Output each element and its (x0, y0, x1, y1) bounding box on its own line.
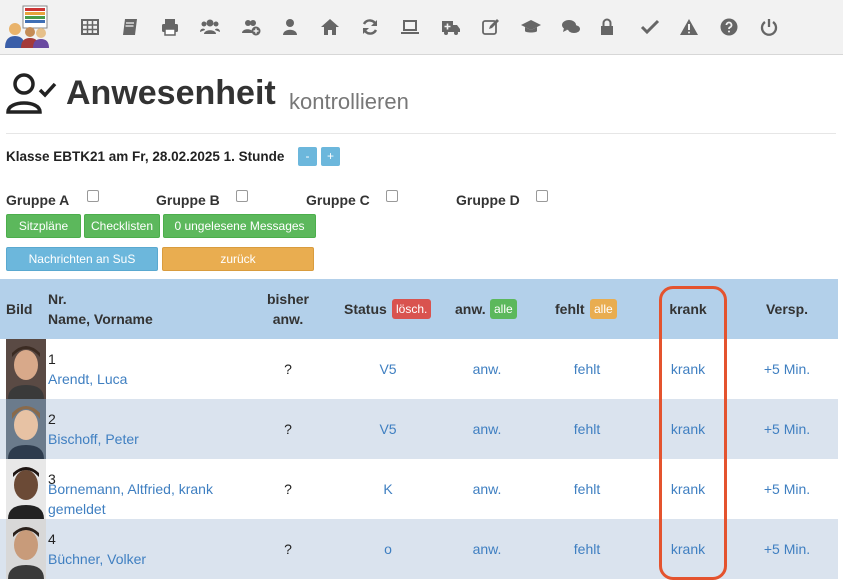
header-versp: Versp. (765, 301, 809, 317)
next-lesson-button[interactable]: + (321, 147, 340, 166)
user-check-icon (6, 73, 57, 114)
bisher-value: ? (284, 541, 292, 557)
zurueck-button[interactable]: zurück (162, 247, 314, 271)
student-name-link[interactable]: Bischoff, Peter (48, 431, 139, 447)
refresh-icon[interactable] (359, 16, 381, 38)
toolbar (0, 0, 843, 55)
check-icon[interactable] (639, 16, 661, 38)
bisher-value: ? (284, 481, 292, 497)
previous-lesson-button[interactable]: - (298, 147, 317, 166)
all-absent-button[interactable]: alle (590, 299, 617, 319)
versp-link[interactable]: +5 Min. (751, 421, 823, 437)
anw-link[interactable]: anw. (457, 541, 517, 557)
warning-icon[interactable] (678, 16, 700, 38)
all-present-button[interactable]: alle (490, 299, 517, 319)
header-bisher: bisher (266, 291, 309, 307)
app-logo[interactable] (3, 5, 51, 49)
help-icon[interactable] (718, 16, 740, 38)
student-nr: 1 (48, 351, 56, 367)
versp-link[interactable]: +5 Min. (751, 481, 823, 497)
anw-link[interactable]: anw. (457, 421, 517, 437)
checklisten-button[interactable]: Checklisten (84, 214, 160, 238)
versp-link[interactable]: +5 Min. (751, 361, 823, 377)
student-name-link[interactable]: Büchner, Volker (48, 551, 146, 567)
graduation-cap-icon[interactable] (520, 16, 542, 38)
edit-icon[interactable] (480, 16, 502, 38)
fehlt-link[interactable]: fehlt (557, 541, 617, 557)
divider (6, 133, 836, 134)
student-name-link[interactable]: Bornemann, Altfried, krank (48, 481, 213, 497)
krank-column-highlight (659, 286, 727, 580)
student-photo (6, 399, 46, 459)
gruppe-a-checkbox[interactable] (87, 190, 99, 202)
nachrichten-button[interactable]: Nachrichten an SuS (6, 247, 158, 271)
laptop-icon[interactable] (399, 16, 421, 38)
gruppe-c-checkbox[interactable] (386, 190, 398, 202)
home-icon[interactable] (319, 16, 341, 38)
gruppe-b-label: Gruppe B (156, 192, 220, 208)
header-anw: anw. (455, 301, 486, 317)
user-plus-icon[interactable] (240, 16, 262, 38)
student-name-link[interactable]: Arendt, Luca (48, 371, 127, 387)
page-title: Anwesenheit (66, 74, 276, 112)
messages-button[interactable]: 0 ungelesene Messages (163, 214, 316, 238)
status-link[interactable]: V5 (358, 361, 418, 377)
student-name-link-cont[interactable]: gemeldet (48, 501, 106, 517)
gruppe-b-checkbox[interactable] (236, 190, 248, 202)
power-icon[interactable] (758, 16, 780, 38)
student-photo (6, 339, 46, 399)
status-link[interactable]: V5 (358, 421, 418, 437)
status-link[interactable]: K (358, 481, 418, 497)
bisher-value: ? (284, 421, 292, 437)
bisher-value: ? (284, 361, 292, 377)
table-icon[interactable] (79, 16, 101, 38)
sitzplaene-button[interactable]: Sitzpläne (6, 214, 81, 238)
lock-icon[interactable] (596, 16, 618, 38)
anw-link[interactable]: anw. (457, 481, 517, 497)
student-nr: 4 (48, 531, 56, 547)
gruppe-d-label: Gruppe D (456, 192, 520, 208)
anw-link[interactable]: anw. (457, 361, 517, 377)
user-icon[interactable] (279, 16, 301, 38)
comments-icon[interactable] (560, 16, 582, 38)
ambulance-icon[interactable] (440, 16, 462, 38)
gruppe-d-checkbox[interactable] (536, 190, 548, 202)
header-name: Name, Vorname (48, 311, 153, 327)
book-icon[interactable] (119, 16, 141, 38)
users-icon[interactable] (199, 16, 221, 38)
status-link[interactable]: o (358, 541, 418, 557)
versp-link[interactable]: +5 Min. (751, 541, 823, 557)
print-icon[interactable] (159, 16, 181, 38)
header-bisher-anw: anw. (272, 311, 304, 327)
student-photo (6, 519, 46, 579)
gruppe-c-label: Gruppe C (306, 192, 370, 208)
fehlt-link[interactable]: fehlt (557, 361, 617, 377)
header-fehlt: fehlt (555, 301, 585, 317)
header-bild: Bild (6, 301, 33, 317)
student-nr: 2 (48, 411, 56, 427)
page-subtitle: kontrollieren (289, 89, 409, 114)
fehlt-link[interactable]: fehlt (557, 421, 617, 437)
fehlt-link[interactable]: fehlt (557, 481, 617, 497)
header-status: Status (344, 301, 387, 317)
header-nr: Nr. (48, 291, 67, 307)
student-photo (6, 459, 46, 519)
gruppe-a-label: Gruppe A (6, 192, 70, 208)
klasse-label: Klasse EBTK21 am Fr, 28.02.2025 1. Stund… (6, 149, 285, 164)
status-clear-button[interactable]: lösch. (392, 299, 432, 319)
